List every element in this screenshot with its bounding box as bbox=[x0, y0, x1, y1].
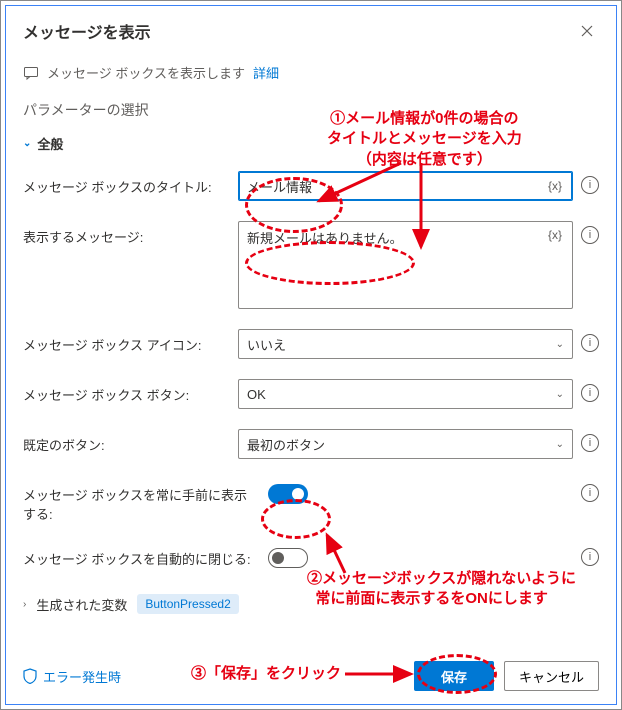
generated-vars-toggle[interactable]: › 生成された変数 ButtonPressed2 bbox=[23, 594, 599, 614]
on-error-link[interactable]: エラー発生時 bbox=[23, 667, 121, 686]
info-text: メッセージ ボックスを表示します bbox=[47, 63, 245, 82]
field-default-label: 既定のボタン: bbox=[23, 429, 228, 454]
field-default-select[interactable]: 最初のボタン ⌄ bbox=[238, 429, 573, 459]
field-message-input[interactable]: 新規メールはありません。 {x} bbox=[238, 221, 573, 309]
fx-button[interactable]: {x} bbox=[546, 179, 564, 193]
chevron-right-icon: › bbox=[23, 599, 26, 610]
message-icon bbox=[23, 65, 39, 81]
field-message-value: 新規メールはありません。 bbox=[247, 228, 546, 247]
generated-vars-label: 生成された変数 bbox=[36, 595, 127, 614]
field-icon-label: メッセージ ボックス アイコン: bbox=[23, 329, 228, 354]
dialog-title: メッセージを表示 bbox=[23, 19, 151, 43]
field-buttons-select[interactable]: OK ⌄ bbox=[238, 379, 573, 409]
field-buttons-label: メッセージ ボックス ボタン: bbox=[23, 379, 228, 404]
info-icon[interactable]: i bbox=[581, 484, 599, 502]
field-message-label: 表示するメッセージ: bbox=[23, 221, 228, 246]
auto-close-toggle[interactable] bbox=[268, 548, 308, 568]
chevron-down-icon: ⌄ bbox=[556, 339, 564, 350]
field-default-value: 最初のボタン bbox=[247, 435, 556, 454]
info-icon[interactable]: i bbox=[581, 548, 599, 566]
field-title-value: メール情報 bbox=[247, 177, 546, 196]
close-button[interactable] bbox=[575, 19, 599, 43]
on-error-label: エラー発生時 bbox=[43, 667, 121, 686]
field-autoclose-label: メッセージ ボックスを自動的に閉じる: bbox=[23, 543, 258, 568]
info-icon[interactable]: i bbox=[581, 226, 599, 244]
field-title-label: メッセージ ボックスのタイトル: bbox=[23, 171, 228, 196]
info-icon[interactable]: i bbox=[581, 176, 599, 194]
shield-icon bbox=[23, 668, 37, 684]
always-front-toggle[interactable] bbox=[268, 484, 308, 504]
fx-button[interactable]: {x} bbox=[546, 228, 564, 242]
section-general-label: 全般 bbox=[37, 134, 63, 153]
save-button[interactable]: 保存 bbox=[414, 661, 494, 691]
section-title: パラメーターの選択 bbox=[23, 100, 599, 120]
chevron-down-icon: ⌄ bbox=[23, 138, 31, 149]
field-icon-value: いいえ bbox=[247, 335, 556, 354]
close-icon bbox=[581, 25, 593, 37]
field-buttons-value: OK bbox=[247, 387, 556, 402]
cancel-button[interactable]: キャンセル bbox=[504, 661, 599, 691]
chevron-down-icon: ⌄ bbox=[556, 439, 564, 450]
info-bar: メッセージ ボックスを表示します 詳細 bbox=[23, 61, 599, 96]
field-alwaysfront-label: メッセージ ボックスを常に手前に表示する: bbox=[23, 479, 258, 523]
field-title-input[interactable]: メール情報 {x} bbox=[238, 171, 573, 201]
info-icon[interactable]: i bbox=[581, 384, 599, 402]
chevron-down-icon: ⌄ bbox=[556, 389, 564, 400]
section-general-toggle[interactable]: ⌄ 全般 bbox=[23, 134, 599, 153]
info-icon[interactable]: i bbox=[581, 434, 599, 452]
variable-pill[interactable]: ButtonPressed2 bbox=[137, 594, 238, 614]
info-icon[interactable]: i bbox=[581, 334, 599, 352]
details-link[interactable]: 詳細 bbox=[253, 63, 279, 82]
field-icon-select[interactable]: いいえ ⌄ bbox=[238, 329, 573, 359]
